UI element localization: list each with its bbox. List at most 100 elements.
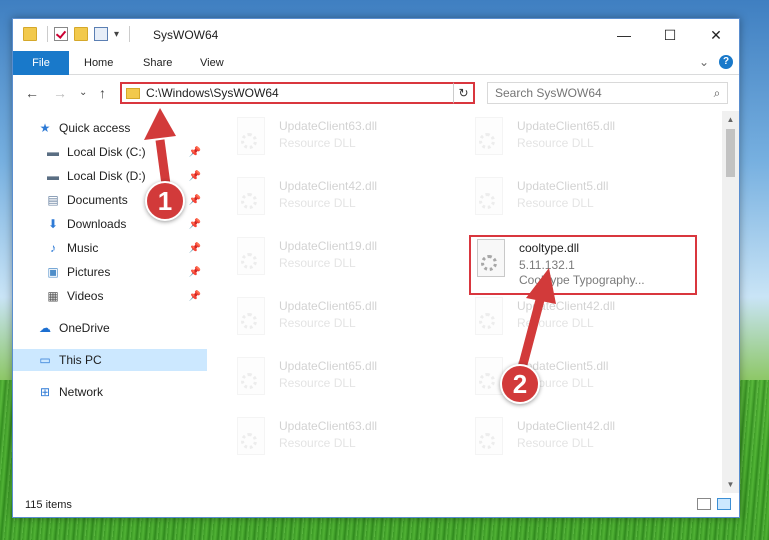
file-name: UpdateClient65.dll — [517, 119, 616, 133]
file-name: UpdateClient42.dll — [279, 179, 378, 193]
file-item[interactable]: UpdateClient19.dll Resource DLL — [233, 237, 463, 293]
sidebar-item-label: Pictures — [67, 265, 111, 279]
file-item[interactable]: UpdateClient65.dll Resource DLL — [471, 117, 701, 173]
scroll-up-icon[interactable]: ▲ — [722, 111, 739, 128]
sidebar-item-label: Music — [67, 241, 99, 255]
address-path[interactable]: C:\Windows\SysWOW64 — [146, 86, 454, 100]
file-item-cooltype[interactable]: cooltype.dll 5.11.132.1 CoolType Typogra… — [469, 235, 697, 295]
forward-button[interactable]: → — [53, 85, 67, 101]
maximize-button[interactable]: ☐ — [647, 19, 693, 51]
dll-file-icon — [233, 237, 269, 283]
file-name: UpdateClient42.dll — [517, 299, 616, 313]
divider — [129, 26, 131, 42]
tab-view[interactable]: View — [200, 51, 224, 75]
file-name: UpdateClient65.dll — [279, 359, 378, 373]
view-properties-icon[interactable] — [94, 27, 108, 41]
file-item[interactable]: UpdateClient42.dll Resource DLL — [471, 297, 701, 353]
expand-ribbon-icon[interactable]: ⌄ — [699, 55, 709, 69]
file-type: Resource DLL — [517, 136, 594, 150]
pin-icon[interactable]: 📌 — [189, 291, 201, 302]
details-view-icon[interactable] — [697, 498, 711, 510]
tab-share[interactable]: Share — [143, 51, 172, 75]
file-item[interactable]: UpdateClient42.dll Resource DLL — [471, 417, 701, 473]
file-type: Resource DLL — [279, 316, 356, 330]
pin-icon[interactable]: 📌 — [189, 171, 201, 182]
refresh-button[interactable]: ↻ — [453, 82, 475, 104]
file-item[interactable]: UpdateClient5.dll Resource DLL — [471, 177, 701, 233]
file-item[interactable]: UpdateClient63.dll Resource DLL — [233, 417, 463, 473]
sidebar-item-local-disk-c[interactable]: ▬ Local Disk (C:) 📌 — [45, 141, 207, 163]
recent-locations-button[interactable]: ⌄ — [79, 87, 87, 98]
pin-icon[interactable]: 📌 — [189, 195, 201, 206]
sidebar-item-network[interactable]: ⊞ Network — [37, 381, 231, 403]
minimize-button[interactable]: — — [601, 19, 647, 51]
file-item[interactable]: UpdateClient65.dll Resource DLL — [233, 297, 463, 353]
properties-check-icon[interactable] — [54, 27, 68, 41]
file-type: Resource DLL — [279, 136, 356, 150]
large-icons-view-icon[interactable] — [717, 498, 731, 510]
sidebar-item-onedrive[interactable]: ☁ OneDrive — [37, 317, 231, 339]
customize-toolbar-icon[interactable]: ▾ — [114, 29, 119, 40]
pin-icon[interactable]: 📌 — [189, 147, 201, 158]
sidebar-item-label: Videos — [67, 289, 104, 303]
sidebar-item-pictures[interactable]: ▣ Pictures 📌 — [45, 261, 207, 283]
drive-icon: ▬ — [47, 169, 59, 183]
divider — [47, 26, 48, 42]
sidebar-item-label: Local Disk (C:) — [67, 145, 146, 159]
file-name: UpdateClient63.dll — [279, 419, 378, 433]
sidebar-item-videos[interactable]: ▦ Videos 📌 — [45, 285, 207, 307]
file-name: UpdateClient5.dll — [517, 179, 609, 193]
sidebar-item-downloads[interactable]: ⬇ Downloads 📌 — [45, 213, 207, 235]
search-icon[interactable]: ⌕ — [707, 86, 727, 101]
scroll-thumb[interactable] — [726, 129, 735, 177]
sidebar-item-music[interactable]: ♪ Music 📌 — [45, 237, 207, 259]
dll-file-icon — [471, 117, 507, 163]
scroll-down-icon[interactable]: ▼ — [722, 476, 739, 493]
file-item[interactable]: UpdateClient63.dll Resource DLL — [233, 117, 463, 173]
help-icon[interactable]: ? — [719, 55, 733, 69]
file-name: UpdateClient42.dll — [517, 419, 616, 433]
file-item[interactable]: UpdateClient42.dll Resource DLL — [233, 177, 463, 233]
tab-home[interactable]: Home — [84, 51, 113, 75]
close-button[interactable]: ✕ — [693, 19, 739, 51]
cloud-icon: ☁ — [39, 321, 51, 335]
up-button[interactable]: ↑ — [99, 85, 106, 101]
documents-icon: ▤ — [47, 193, 59, 207]
new-folder-icon[interactable] — [74, 27, 88, 41]
file-type: Resource DLL — [517, 436, 594, 450]
network-icon: ⊞ — [39, 385, 51, 399]
title-bar: ▾ SysWOW64 — ☐ ✕ — [13, 19, 739, 51]
back-button[interactable]: ← — [25, 85, 39, 101]
pin-icon[interactable]: 📌 — [189, 219, 201, 230]
dll-file-icon — [471, 177, 507, 223]
pin-icon[interactable]: 📌 — [189, 267, 201, 278]
folder-icon — [23, 27, 37, 41]
search-box[interactable]: ⌕ — [487, 82, 728, 104]
quick-access-toolbar: ▾ — [23, 26, 131, 42]
drive-icon: ▬ — [47, 145, 59, 159]
tab-file[interactable]: File — [13, 51, 69, 75]
file-type: Resource DLL — [279, 196, 356, 210]
file-type: Resource DLL — [279, 256, 356, 270]
pin-icon[interactable]: 📌 — [189, 243, 201, 254]
dll-file-icon — [471, 297, 507, 343]
sidebar-item-quick-access[interactable]: ★ Quick access — [37, 117, 231, 139]
dll-file-icon — [471, 417, 507, 463]
file-name: cooltype.dll — [519, 241, 580, 255]
ribbon-tabs: File Home Share View ⌄ ? — [13, 51, 739, 75]
file-type: Resource DLL — [279, 436, 356, 450]
sidebar-item-local-disk-d[interactable]: ▬ Local Disk (D:) 📌 — [45, 165, 207, 187]
dll-file-icon — [233, 117, 269, 163]
sidebar-item-this-pc[interactable]: ▭ This PC — [13, 349, 207, 371]
file-name: UpdateClient19.dll — [279, 239, 378, 253]
sidebar-item-label: OneDrive — [59, 321, 110, 335]
pictures-icon: ▣ — [47, 265, 59, 279]
dll-file-icon — [233, 357, 269, 403]
search-input[interactable] — [495, 86, 707, 100]
file-name: UpdateClient65.dll — [279, 299, 378, 313]
file-type: Resource DLL — [517, 196, 594, 210]
star-icon: ★ — [39, 121, 51, 135]
file-item[interactable]: UpdateClient65.dll Resource DLL — [233, 357, 463, 413]
vertical-scrollbar[interactable]: ▲ ▼ — [722, 111, 739, 493]
address-bar[interactable]: C:\Windows\SysWOW64 ⌄ — [120, 82, 472, 104]
